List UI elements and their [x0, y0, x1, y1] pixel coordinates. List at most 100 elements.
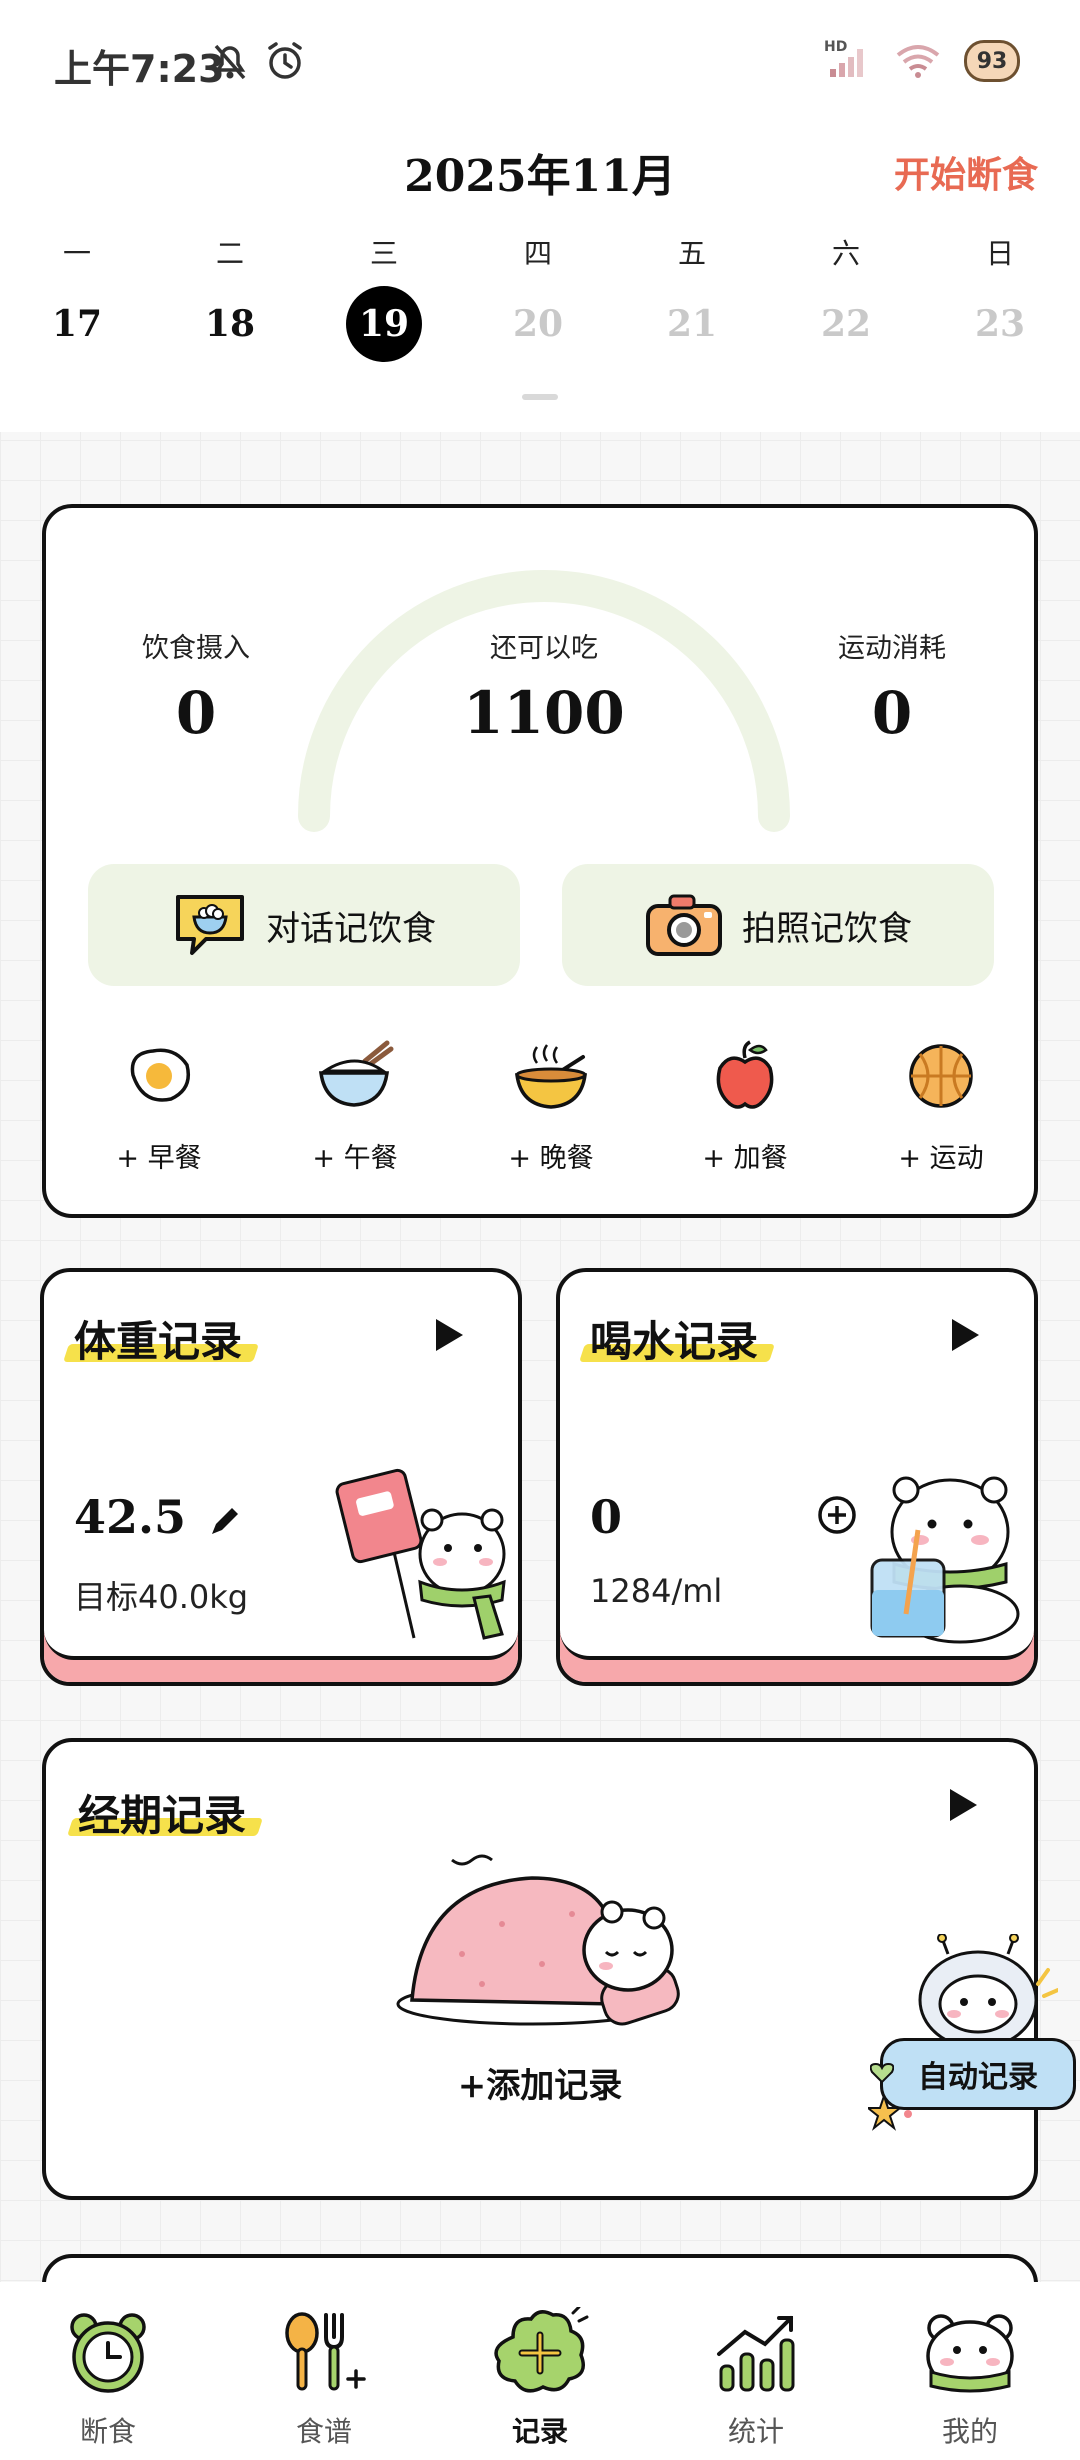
remaining-stat: 还可以吃 1100: [444, 626, 644, 747]
burned-stat: 运动消耗 0: [802, 626, 982, 747]
edit-pencil-icon[interactable]: [208, 1504, 242, 1538]
alarm-icon: [268, 42, 302, 79]
weight-target: 目标40.0kg: [74, 1578, 249, 1616]
status-time: 上午7:23: [54, 47, 225, 91]
date-cell[interactable]: 17: [17, 286, 137, 362]
remaining-value: 1100: [463, 679, 625, 747]
meal-label: + 加餐: [702, 1143, 788, 1174]
nav-recipes[interactable]: 食谱: [244, 2304, 404, 2450]
weekday-label: 日: [985, 237, 1014, 270]
camera-icon: [646, 894, 722, 956]
basketball-icon: [909, 1044, 973, 1108]
meal-label: + 早餐: [116, 1143, 202, 1174]
meal-lunch[interactable]: + 午餐: [270, 1036, 440, 1175]
play-arrow-icon[interactable]: [432, 1316, 466, 1354]
auto-record-button[interactable]: 自动记录: [868, 1934, 1078, 2134]
date-cell[interactable]: 22: [786, 286, 906, 362]
status-bar: 上午7:23 HD 93: [0, 0, 1080, 128]
date-row: 17 18 19 20 21 22 23: [0, 286, 1080, 366]
egg-icon: [130, 1048, 190, 1102]
period-title-text: 经期记录: [78, 1791, 247, 1840]
weekday-label: 一: [62, 237, 91, 270]
wifi-icon: [896, 45, 940, 78]
meal-exercise[interactable]: + 运动: [856, 1036, 1026, 1175]
date-cell-today[interactable]: 19: [346, 286, 422, 362]
water-target: 1284/ml: [590, 1572, 723, 1610]
soup-bowl-icon: [515, 1044, 587, 1109]
bar-chart-icon: [717, 2316, 795, 2392]
weight-title: 体重记录: [74, 1308, 242, 1369]
nav-label: 我的: [941, 2415, 998, 2448]
weight-value-row[interactable]: 42.5: [74, 1490, 242, 1544]
status-icons-right: HD 93: [824, 39, 1020, 82]
bear-face-icon: [926, 2314, 1014, 2393]
weekday-label: 二: [215, 237, 244, 270]
play-arrow-icon[interactable]: [948, 1316, 982, 1354]
meal-breakfast[interactable]: + 早餐: [74, 1036, 244, 1175]
start-fast-button[interactable]: 开始断食: [894, 146, 1038, 198]
weight-card[interactable]: 体重记录 42.5 目标40.0kg: [40, 1268, 522, 1686]
intake-label: 饮食摄入: [142, 633, 250, 664]
star-icon: [868, 2094, 912, 2131]
sleeping-bear-illustration: [396, 1854, 680, 2026]
weekday-label: 四: [523, 237, 552, 270]
rice-bowl-icon: [319, 1040, 394, 1107]
water-title-text: 喝水记录: [590, 1317, 759, 1366]
status-icons-left: [210, 40, 306, 82]
header-area: 上午7:23 HD 93 2025年11月 开始断食 一 二 三 四 五 六 日…: [0, 0, 1080, 432]
plus-cloud-icon: [494, 2307, 589, 2393]
apple-icon: [716, 1040, 774, 1109]
bottom-nav: 断食 食谱 记录 统计 我的: [0, 2282, 1080, 2460]
photo-log-label: 拍照记饮食: [742, 908, 912, 949]
chat-log-label: 对话记饮食: [266, 908, 436, 949]
nav-fasting[interactable]: 断食: [28, 2304, 188, 2450]
bear-drink-illustration: [870, 1476, 1020, 1644]
weight-title-text: 体重记录: [74, 1317, 243, 1366]
remaining-label: 还可以吃: [490, 633, 598, 664]
nav-stats[interactable]: 统计: [676, 2304, 836, 2450]
intake-stat: 饮食摄入 0: [106, 626, 286, 747]
nav-label: 记录: [511, 2415, 568, 2448]
mute-bell-icon: [214, 44, 246, 80]
date-cell[interactable]: 21: [632, 286, 752, 362]
nav-records[interactable]: 记录: [460, 2304, 620, 2450]
photo-log-button[interactable]: 拍照记饮食: [562, 864, 994, 986]
date-cell[interactable]: 18: [170, 286, 290, 362]
burned-value: 0: [871, 679, 913, 747]
period-title: 经期记录: [78, 1782, 246, 1843]
signal-icon: HD: [824, 39, 872, 79]
meal-snack[interactable]: + 加餐: [660, 1036, 830, 1175]
chat-log-button[interactable]: 对话记饮食: [88, 864, 520, 986]
weekday-label: 三: [369, 237, 398, 270]
weekday-label: 五: [677, 237, 706, 270]
add-water-icon[interactable]: [816, 1494, 858, 1536]
calorie-summary-card: 饮食摄入 0 还可以吃 1100 运动消耗 0 对话记饮食 拍照记饮食 + 早餐…: [42, 504, 1038, 1218]
battery-indicator: 93: [964, 40, 1020, 82]
nav-profile[interactable]: 我的: [890, 2304, 1050, 2450]
meal-label: + 午餐: [312, 1143, 398, 1174]
water-value: 0: [590, 1490, 623, 1544]
utensils-icon: [285, 2312, 366, 2391]
water-title: 喝水记录: [590, 1308, 758, 1369]
meal-label: + 运动: [898, 1143, 984, 1174]
intake-value: 0: [175, 679, 217, 747]
weekday-row: 一 二 三 四 五 六 日: [0, 232, 1080, 272]
weekday-label: 六: [831, 237, 860, 270]
nav-label: 断食: [79, 2415, 136, 2448]
chat-rice-icon: [176, 895, 244, 955]
meal-label: + 晚餐: [508, 1143, 594, 1174]
date-cell[interactable]: 23: [940, 286, 1060, 362]
expand-handle[interactable]: [522, 394, 558, 400]
robot-bear-icon: [918, 1934, 1058, 2050]
meal-dinner[interactable]: + 晚餐: [466, 1036, 636, 1175]
heart-icon: [870, 2062, 894, 2084]
bear-scale-illustration: [335, 1468, 506, 1640]
play-arrow-icon[interactable]: [946, 1786, 980, 1824]
burned-label: 运动消耗: [838, 633, 946, 664]
weight-value: 42.5: [74, 1490, 187, 1544]
date-cell[interactable]: 20: [478, 286, 598, 362]
water-card[interactable]: 喝水记录 0 1284/ml: [556, 1268, 1038, 1686]
nav-label: 统计: [727, 2415, 784, 2448]
nav-label: 食谱: [295, 2415, 352, 2448]
clock-icon: [70, 2313, 146, 2393]
